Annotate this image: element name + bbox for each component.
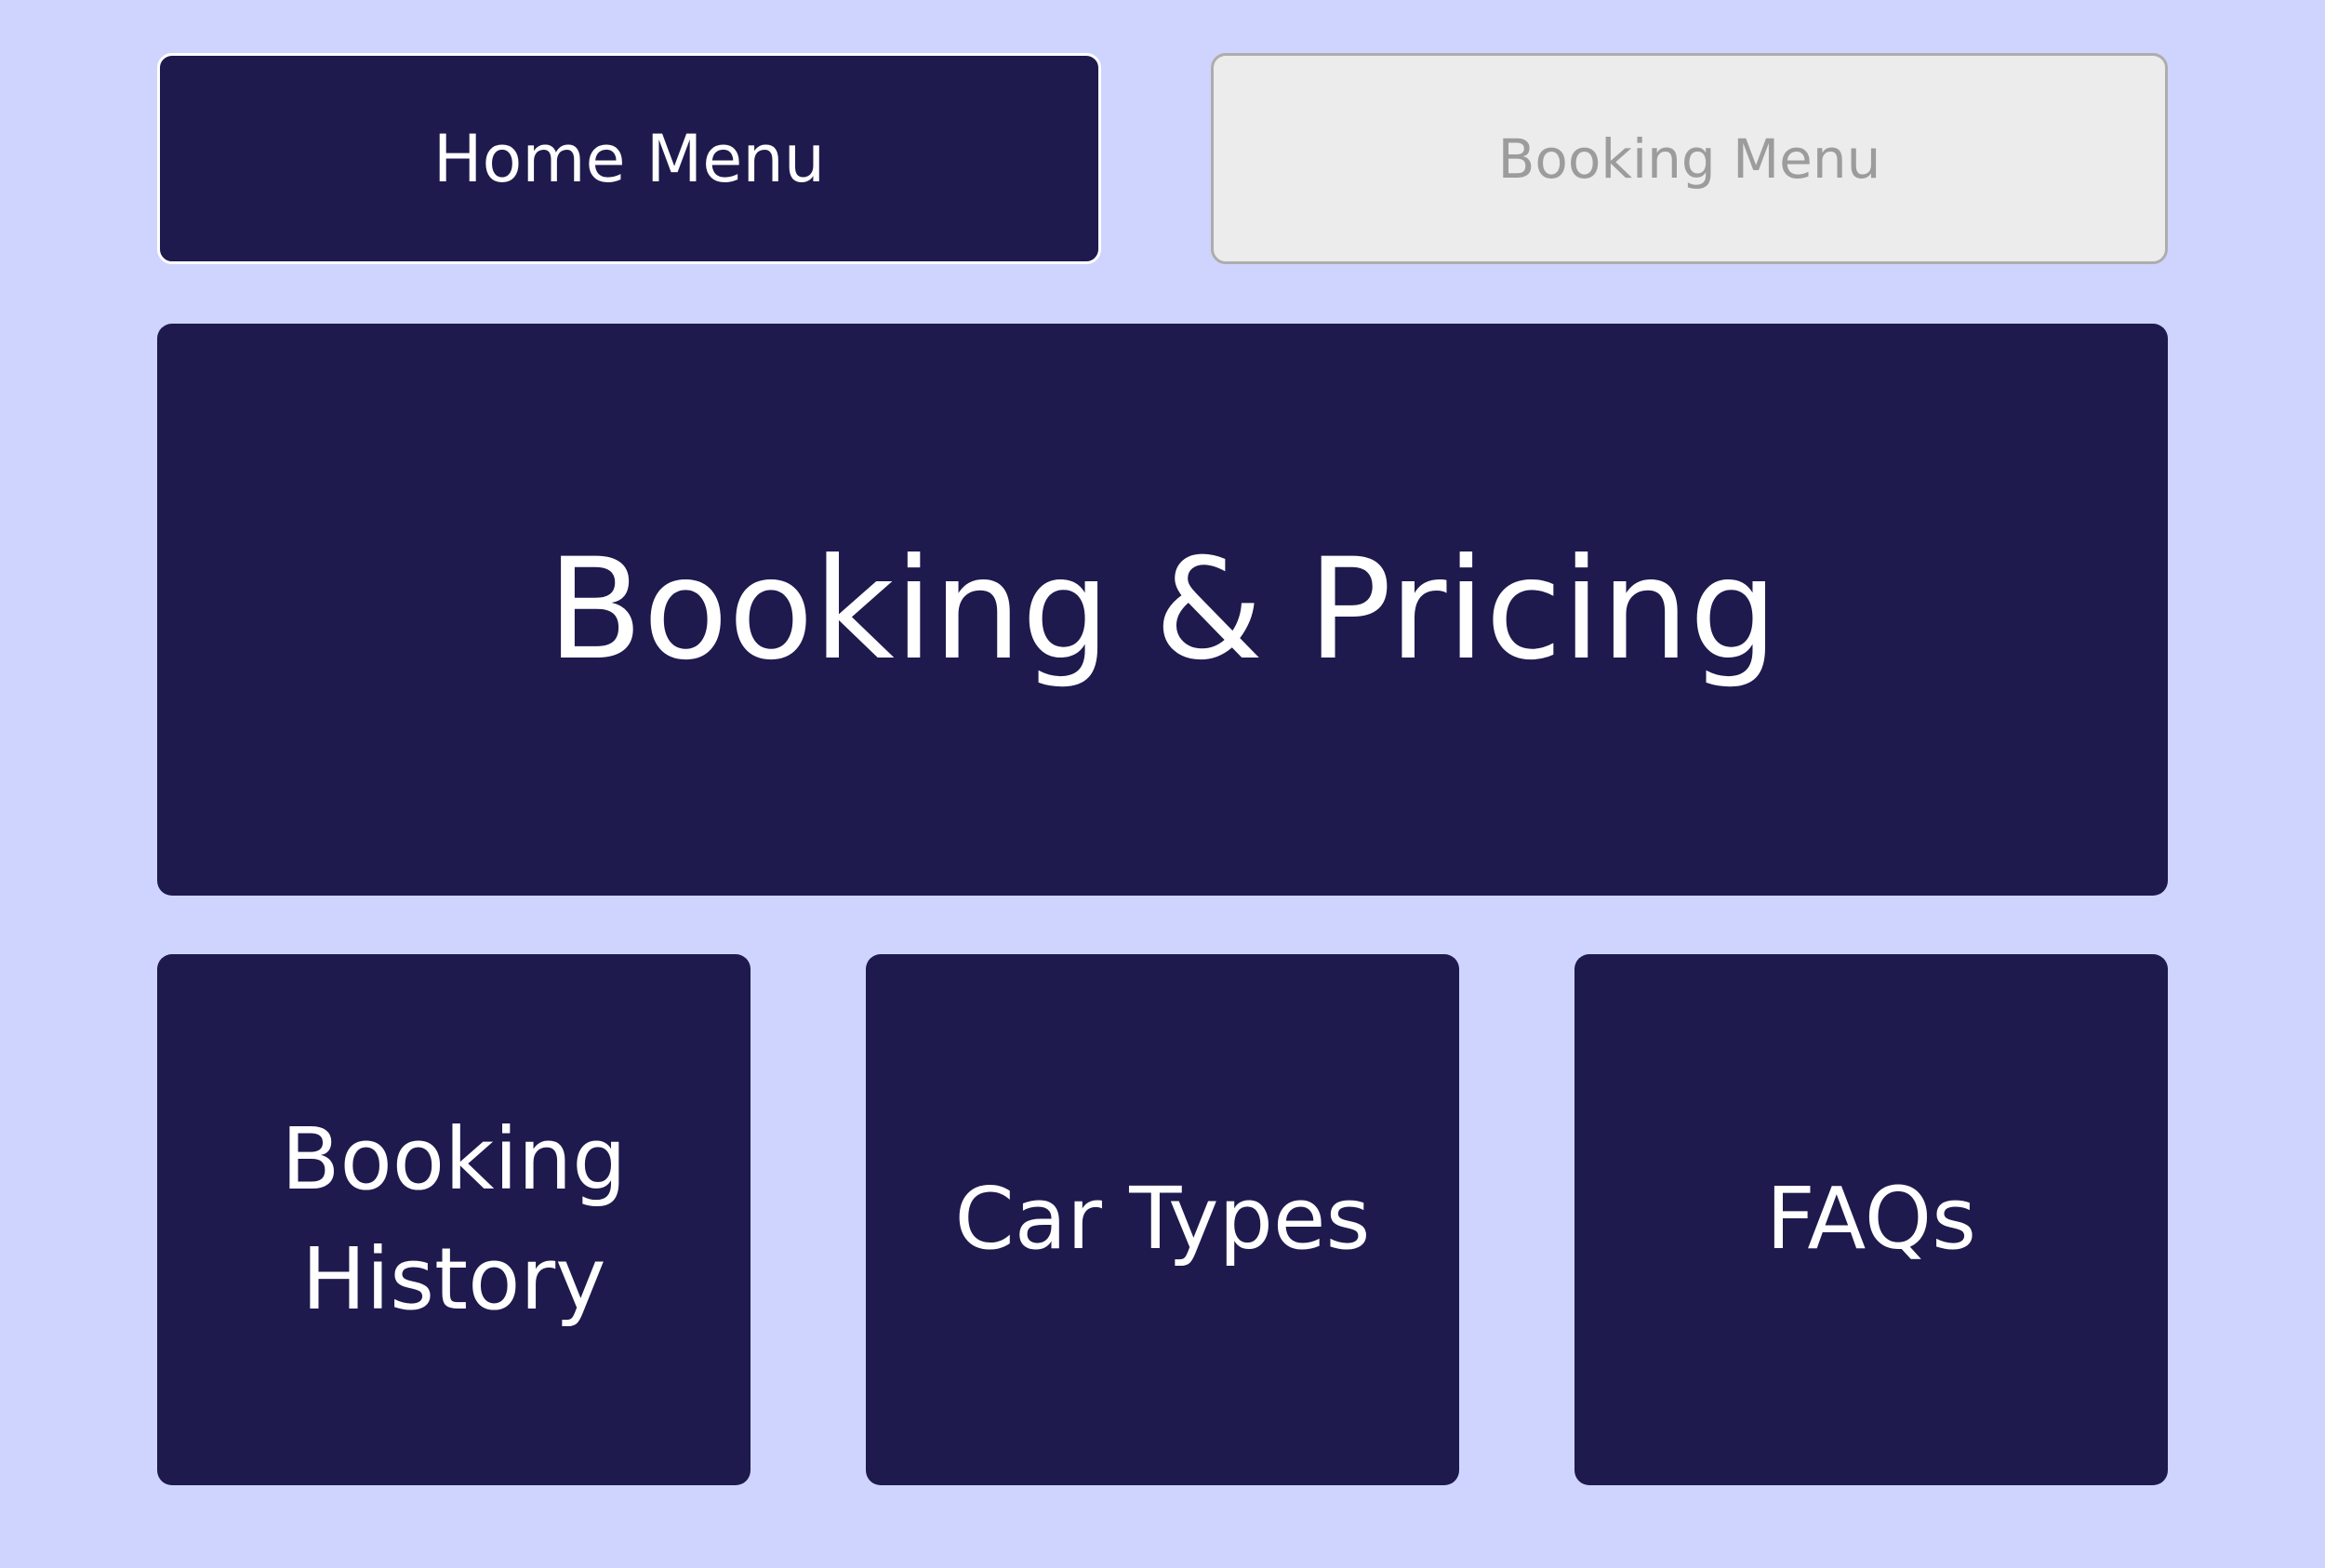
booking-menu-label: Booking Menu xyxy=(1497,126,1881,191)
faqs-label: FAQs xyxy=(1765,1169,1977,1269)
car-types-label: Car Types xyxy=(954,1169,1371,1269)
home-menu-label: Home Menu xyxy=(432,120,826,197)
home-menu-button[interactable]: Home Menu xyxy=(157,53,1101,264)
faqs-button[interactable]: FAQs xyxy=(1574,954,2168,1485)
booking-history-line-1: Booking xyxy=(281,1109,627,1209)
booking-pricing-banner: Booking & Pricing xyxy=(157,324,2168,896)
booking-menu-button[interactable]: Booking Menu xyxy=(1211,53,2168,264)
booking-history-label: Booking History xyxy=(281,1100,626,1340)
car-types-button[interactable]: Car Types xyxy=(866,954,1459,1485)
booking-history-line-2: History xyxy=(301,1229,606,1329)
booking-history-button[interactable]: Booking History xyxy=(157,954,751,1485)
booking-pricing-title: Booking & Pricing xyxy=(547,528,1778,691)
